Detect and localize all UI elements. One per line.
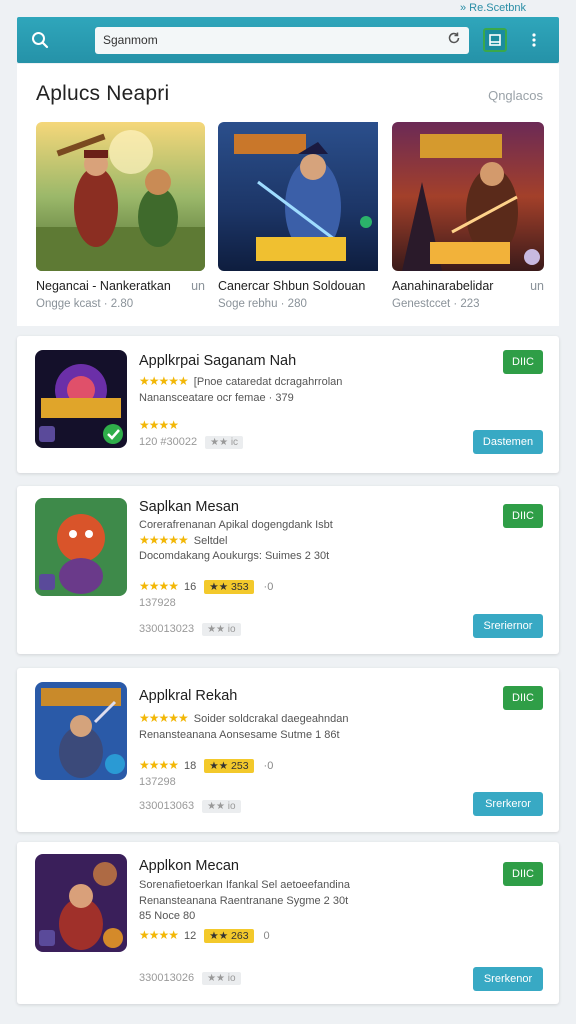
featured-card-title: Canercar Shbun Soldouan xyxy=(218,279,366,293)
featured-card[interactable]: Canercar Shbun Soldouan Soge rebhu · 280 xyxy=(218,122,387,310)
app-icon xyxy=(35,854,127,952)
rating-stars: ★★★★★ xyxy=(139,374,189,388)
app-description: Corerafrenanan Apikal dogengdank Isbt xyxy=(139,519,333,531)
status-badge: DIIC xyxy=(503,504,543,528)
app-title: Applkrpai Saganam Nah xyxy=(139,353,297,369)
app-title: Applkon Mecan xyxy=(139,858,239,874)
app-title: Applkral Rekah xyxy=(139,688,238,704)
game-artwork-image xyxy=(218,122,387,271)
featured-card-title: Aanahinarabelidar un xyxy=(392,279,544,293)
install-button[interactable]: Sreriernor xyxy=(473,614,543,638)
featured-card[interactable]: Negancai - Nankeratkan un Ongge kcast · … xyxy=(36,122,205,310)
featured-section: Aplucs Neapri Qnglacos Negancai - Nanker… xyxy=(17,64,559,326)
app-meta: Renansteanana Raentranane Sygme 2 30t xyxy=(139,895,349,907)
status-badge: DIIC xyxy=(503,350,543,374)
app-stats: 120 #30022 ★★ ic xyxy=(139,436,244,449)
app-icon xyxy=(35,350,127,448)
app-meta: Docomdakang Aoukurgs: Suimes 2 30t xyxy=(139,550,330,562)
app-list-item[interactable]: Applkral Rekah ★★★★★ Soider soldcrakal da… xyxy=(17,668,559,832)
rating-stars: ★★★★★ xyxy=(139,711,189,725)
app-icon xyxy=(35,682,127,780)
status-badge: DIIC xyxy=(503,686,543,710)
app-downloads: 137298 xyxy=(139,776,176,788)
section-title: Aplucs Neapri xyxy=(36,82,170,105)
top-note: » Re.Scetbnk xyxy=(459,2,526,14)
app-icon xyxy=(35,498,127,596)
see-all-link[interactable]: Qnglacos xyxy=(488,88,543,103)
app-tagline: ★★★★★ Seltdel xyxy=(139,533,228,547)
app-description: Sorenafietoerkan Ifankal Sel aetoeefandi… xyxy=(139,879,350,891)
status-badge: DIIC xyxy=(503,862,543,886)
app-tagline: 85 Noce 80 xyxy=(139,910,196,922)
bookmark-icon xyxy=(489,34,501,46)
install-button[interactable]: Srerkeror xyxy=(473,792,543,816)
rating-stars: ★★★★★ xyxy=(139,533,189,547)
app-rating: ★★★★ 16 ★★ 353·0 xyxy=(139,579,274,594)
more-vertical-icon[interactable] xyxy=(521,27,547,53)
app-stats: 330013023 ★★ io xyxy=(139,623,241,636)
featured-card-title: Negancai - Nankeratkan un xyxy=(36,279,205,293)
app-title: Saplkan Mesan xyxy=(139,499,239,515)
app-meta: Nanansceatare ocr femae · 379 xyxy=(139,392,294,404)
featured-card-meta: Genestccet · 223 xyxy=(392,298,480,310)
app-description: ★★★★★ Soider soldcrakal daegeahndan xyxy=(139,711,349,725)
app-downloads: 137928 xyxy=(139,597,176,609)
search-field[interactable] xyxy=(95,26,469,54)
app-rating: ★★★★ xyxy=(139,418,179,432)
app-description: ★★★★★ [Pnoe cataredat dcragahrrolan xyxy=(139,374,343,388)
featured-card-meta: Soge rebhu · 280 xyxy=(218,298,307,310)
refresh-icon[interactable] xyxy=(447,31,461,50)
game-artwork-image xyxy=(36,122,205,271)
install-button[interactable]: Srerkenor xyxy=(473,967,543,991)
game-artwork-image xyxy=(392,122,544,271)
featured-card-meta: Ongge kcast · 2.80 xyxy=(36,298,134,310)
app-rating: ★★★★ 12 ★★ 263 0 xyxy=(139,928,270,943)
app-list-item[interactable]: Applkrpai Saganam Nah ★★★★★ [Pnoe catared… xyxy=(17,336,559,473)
install-button[interactable]: Dastemen xyxy=(473,430,543,454)
app-stats: 330013063 ★★ io xyxy=(139,800,241,813)
app-list-item[interactable]: Saplkan Mesan Corerafrenanan Apikal doge… xyxy=(17,486,559,654)
search-icon[interactable] xyxy=(27,27,53,53)
search-input[interactable] xyxy=(103,33,423,47)
app-stats: 330013026 ★★ io xyxy=(139,972,241,985)
app-rating: ★★★★ 18 ★★ 253·0 xyxy=(139,758,274,773)
app-toolbar xyxy=(17,17,559,63)
bookmark-button[interactable] xyxy=(483,28,507,52)
app-meta: Renansteanana Aonsesame Sutme 1 86t xyxy=(139,729,340,741)
app-list-item[interactable]: Applkon Mecan Sorenafietoerkan Ifankal S… xyxy=(17,842,559,1004)
featured-card[interactable]: Aanahinarabelidar un Genestccet · 223 xyxy=(392,122,544,310)
